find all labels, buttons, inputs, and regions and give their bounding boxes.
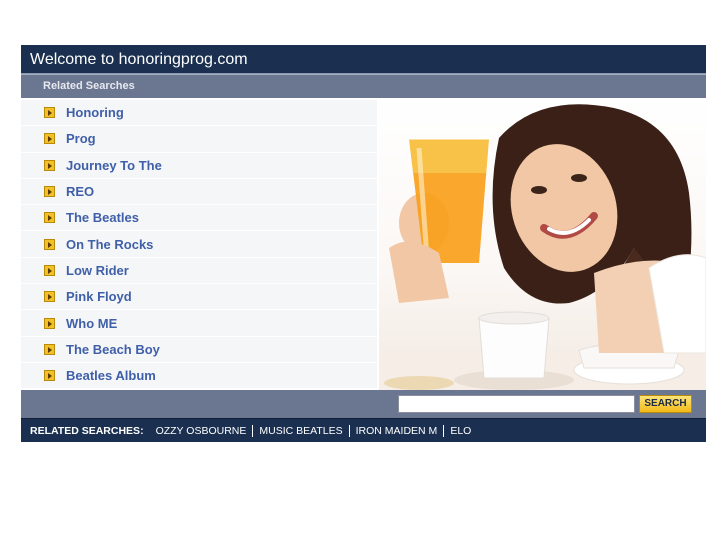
- related-link[interactable]: Pink Floyd: [21, 284, 377, 311]
- related-link-label[interactable]: Who ME: [66, 316, 117, 331]
- related-link[interactable]: On The Rocks: [21, 231, 377, 258]
- related-link-label[interactable]: Low Rider: [66, 263, 129, 278]
- footer-link[interactable]: MUSIC BEATLES: [252, 424, 348, 437]
- related-link-label[interactable]: The Beach Boy: [66, 342, 160, 357]
- woman-with-juice-illustration: [379, 104, 706, 390]
- footer-related-searches: RELATED SEARCHES: OZZY OSBOURNE MUSIC BE…: [21, 418, 706, 442]
- content-area: Honoring Prog Journey To The REO The Bea…: [21, 98, 706, 390]
- related-link[interactable]: Low Rider: [21, 257, 377, 285]
- arrow-bullet-icon: [44, 238, 55, 250]
- related-link-label[interactable]: Beatles Album: [66, 368, 156, 383]
- footer-label: RELATED SEARCHES:: [30, 424, 144, 437]
- arrow-bullet-icon: [44, 186, 55, 198]
- related-link-label[interactable]: Pink Floyd: [66, 289, 132, 304]
- search-button[interactable]: SEARCH: [639, 395, 692, 413]
- parked-page: Welcome to honoringprog.com Related Sear…: [21, 45, 706, 442]
- arrow-bullet-icon: [44, 291, 55, 303]
- arrow-bullet-icon: [44, 107, 55, 119]
- search-bar: SEARCH: [21, 390, 706, 418]
- related-link-label[interactable]: The Beatles: [66, 210, 139, 225]
- arrow-bullet-icon: [44, 159, 55, 171]
- related-links-list: Honoring Prog Journey To The REO The Bea…: [21, 98, 377, 390]
- related-link[interactable]: The Beatles: [21, 205, 377, 232]
- arrow-bullet-icon: [44, 317, 55, 329]
- related-link[interactable]: Journey To The: [21, 152, 377, 179]
- related-link[interactable]: REO: [21, 178, 377, 206]
- arrow-bullet-icon: [44, 212, 55, 224]
- related-link[interactable]: Prog: [21, 126, 377, 153]
- related-link[interactable]: Honoring: [21, 100, 377, 127]
- related-link-label[interactable]: Honoring: [66, 105, 124, 120]
- page-title: Welcome to honoringprog.com: [21, 45, 706, 74]
- related-link[interactable]: Beatles Album: [21, 362, 377, 390]
- related-link[interactable]: The Beach Boy: [21, 336, 377, 363]
- related-searches-heading: Related Searches: [21, 74, 706, 98]
- arrow-bullet-icon: [44, 370, 55, 382]
- footer-link[interactable]: OZZY OSBOURNE: [150, 425, 253, 437]
- related-link-label[interactable]: On The Rocks: [66, 237, 153, 252]
- arrow-bullet-icon: [44, 133, 55, 145]
- arrow-bullet-icon: [44, 264, 55, 276]
- footer-link[interactable]: ELO: [443, 424, 477, 437]
- related-link-label[interactable]: Prog: [66, 131, 96, 146]
- footer-link[interactable]: IRON MAIDEN M: [348, 424, 444, 437]
- hero-photo: [379, 98, 706, 390]
- related-link-label[interactable]: REO: [66, 184, 94, 199]
- search-input[interactable]: [398, 395, 635, 413]
- arrow-bullet-icon: [44, 343, 55, 355]
- related-link-label[interactable]: Journey To The: [66, 158, 162, 173]
- related-link[interactable]: Who ME: [21, 310, 377, 337]
